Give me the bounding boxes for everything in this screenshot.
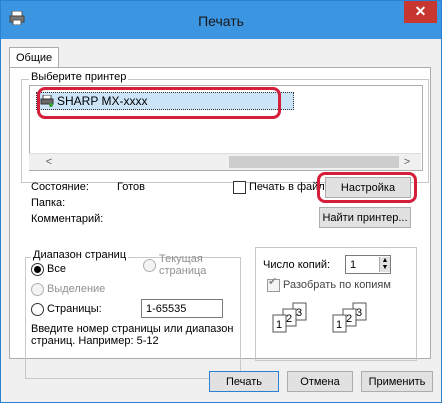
selection-radio[interactable] (31, 283, 44, 296)
folder-label: Папка: (31, 197, 66, 209)
all-pages-radio[interactable] (31, 263, 44, 276)
scroll-left-icon[interactable]: < (41, 154, 57, 170)
selection-label: Выделение (47, 283, 106, 295)
state-value: Готов (117, 181, 145, 193)
svg-text:3: 3 (296, 307, 302, 319)
settings-highlight-frame (317, 172, 417, 203)
scroll-thumb[interactable] (229, 156, 399, 168)
printer-highlight-frame (37, 87, 281, 119)
printer-list-scrollbar[interactable]: < > (29, 153, 421, 170)
svg-text:2: 2 (286, 313, 292, 325)
pages-input[interactable]: 1-65535 (141, 299, 223, 318)
copies-spinner[interactable]: ▲ ▼ (379, 257, 390, 272)
tab-general[interactable]: Общие (9, 47, 60, 68)
cancel-button[interactable]: Отмена (287, 371, 353, 392)
state-label: Состояние: (31, 181, 89, 193)
svg-text:3: 3 (356, 307, 362, 319)
print-to-file-label: Печать в файл (249, 181, 325, 193)
close-button[interactable]: ✕ (404, 1, 437, 23)
collate-check-icon: ✔ (268, 276, 278, 288)
scroll-right-icon[interactable]: > (399, 154, 415, 170)
svg-text:2: 2 (346, 313, 352, 325)
comment-label: Комментарий: (31, 213, 104, 225)
find-printer-button[interactable]: Найти принтер... (319, 207, 411, 228)
copies-label: Число копий: (263, 259, 331, 271)
current-page-radio[interactable] (143, 259, 156, 272)
print-button[interactable]: Печать (209, 371, 279, 392)
svg-text:1: 1 (336, 319, 342, 331)
printer-group-label: Выберите принтер (29, 71, 129, 83)
title-bar: Печать ✕ (1, 1, 441, 39)
collate-label: Разобрать по копиям (283, 279, 391, 291)
page-range-label: Диапазон страниц (31, 249, 129, 261)
window-title: Печать (198, 13, 244, 29)
pages-radio[interactable] (31, 303, 44, 316)
all-pages-label: Все (47, 263, 66, 275)
current-page-label: Текущая страница (159, 253, 207, 277)
pages-label: Страницы: (47, 303, 102, 315)
tab-strip: Общие (9, 43, 433, 68)
page-range-hint: Введите номер страницы или диапазон стра… (31, 323, 234, 347)
print-to-file-checkbox[interactable] (233, 181, 246, 194)
print-dialog: Печать ✕ Общие Выберите принтер SHARP MX… (0, 0, 442, 403)
svg-text:1: 1 (276, 319, 282, 331)
collate-illustration-icon: 3 2 1 3 2 1 (272, 302, 367, 333)
apply-button[interactable]: Применить (361, 371, 433, 392)
